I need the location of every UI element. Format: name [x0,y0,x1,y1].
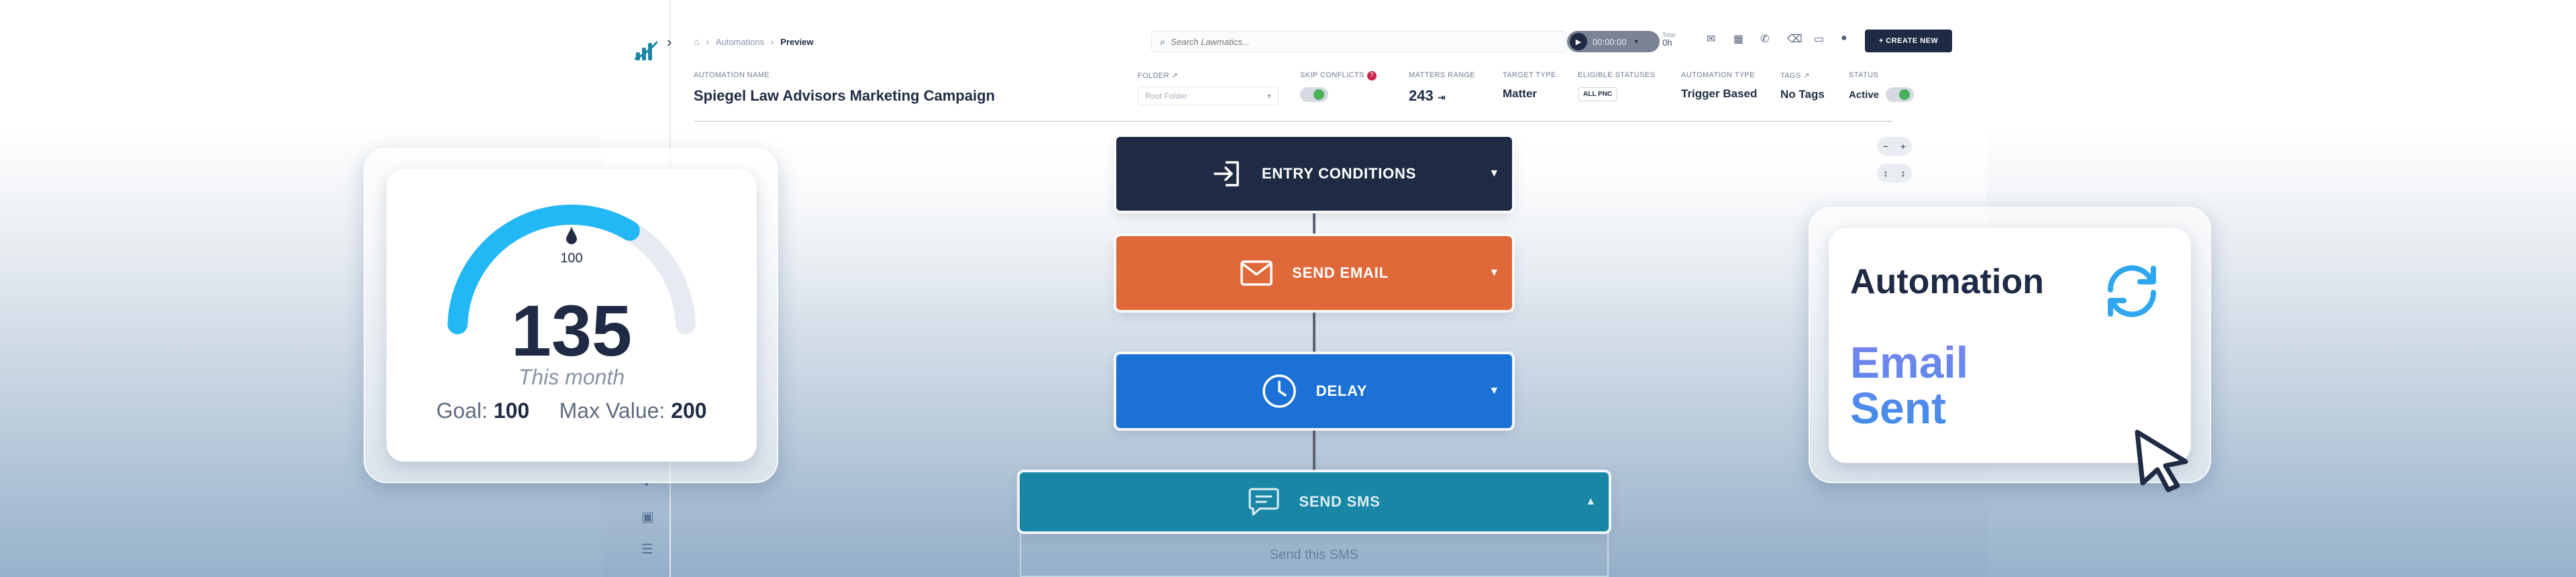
edit-icon[interactable]: ↗ [1803,72,1810,80]
global-search[interactable]: ⌕ [1151,31,1567,52]
sms-body-text: Send this SMS [1269,547,1359,562]
skip-conflicts-toggle[interactable] [1300,87,1328,102]
breadcrumb-preview: Preview [780,36,814,47]
inbox-icon[interactable]: ▭ [1814,32,1824,46]
zoom-buttons[interactable]: − + [1877,137,1912,156]
matters-range-field: MATTERS RANGE 243 ⇥ [1409,71,1476,104]
delay-node[interactable]: DELAY ▼ [1116,354,1512,428]
flow-connector [1313,213,1316,233]
gauge-value: 135 [511,290,633,371]
cursor-arrow-icon [2135,429,2188,492]
refresh-icon [2107,265,2157,317]
nav-list-icon[interactable]: ☰ [641,541,653,558]
folder-field: FOLDER ↗ Root Folder ▾ [1138,71,1279,105]
calendar-icon[interactable]: ▦ [1733,32,1743,46]
gauge-marker-label: 100 [560,251,583,266]
chevron-down-icon: ▾ [1267,91,1271,101]
chevron-up-icon[interactable]: ▲ [1585,496,1597,508]
automation-meta-row: AUTOMATION NAME Spiegel Law Advisors Mar… [694,71,1915,122]
mail-icon[interactable]: ✉ [1707,32,1715,46]
zoom-controls: − + ↕ ↕ [1877,137,1912,187]
lawmatics-logo-icon[interactable] [635,39,657,62]
tags-field: TAGS ↗ No Tags [1780,72,1825,101]
automation-card-title: Automation [1850,262,2044,301]
time-tracker[interactable]: ▶ 00:00:00 ▾ [1567,31,1660,52]
search-input[interactable] [1171,36,1507,47]
gauge-marker-icon [566,227,577,244]
nav-calendar-icon[interactable]: ▣ [641,509,654,525]
flow-connector [1313,311,1316,353]
max-value: 200 [671,399,707,423]
search-icon: ⌕ [1160,36,1166,48]
clock-icon [1262,374,1296,408]
enter-icon[interactable]: ⇥ [1438,92,1446,103]
skip-conflicts-field: SKIP CONFLICTS? [1300,71,1377,105]
send-email-node[interactable]: SEND EMAIL ▼ [1116,236,1512,310]
login-icon [1214,161,1239,187]
automation-name[interactable]: Spiegel Law Advisors Marketing Campaign [694,87,995,105]
phone-icon[interactable]: ✆ [1760,32,1769,46]
expand-icon[interactable]: ↕ [1901,168,1906,178]
create-new-button[interactable]: + CREATE NEW [1865,30,1952,52]
goal-value: 100 [493,399,530,423]
status-badge[interactable]: ALL PNC [1578,87,1618,101]
info-icon[interactable]: ● [1841,32,1847,44]
total-time: Total 0h [1662,32,1676,48]
gauge-subtitle: This month [518,365,625,389]
chevron-down-icon[interactable]: ▼ [1489,168,1500,180]
target-type-field: TARGET TYPE Matter [1503,71,1556,100]
gauge-footer: Goal: 100 Max Value: 200 [436,399,707,423]
chevron-down-icon[interactable]: ▼ [1489,267,1500,279]
help-icon[interactable]: ? [1366,71,1377,81]
status-toggle[interactable] [1886,87,1915,102]
automation-type-field: AUTOMATION TYPE Trigger Based [1681,71,1758,100]
entry-conditions-node[interactable]: ENTRY CONDITIONS ▼ [1116,137,1512,211]
zoom-in-icon[interactable]: + [1900,141,1906,152]
edit-icon[interactable]: ↗ [1172,72,1179,80]
home-icon[interactable]: ⌂ [694,36,699,47]
play-icon[interactable]: ▶ [1570,33,1587,50]
zoom-out-icon[interactable]: − [1883,141,1888,152]
expand-chevron-icon[interactable]: › [667,34,672,51]
fit-buttons[interactable]: ↕ ↕ [1877,164,1912,182]
eligible-statuses-field: ELIGIBLE STATUSES ALL PNC [1578,71,1655,101]
folder-select[interactable]: Root Folder ▾ [1138,87,1279,105]
chevron-down-icon[interactable]: ▼ [1489,385,1500,397]
breadcrumb-automations[interactable]: Automations [716,37,764,47]
send-sms-node[interactable]: SEND SMS ▲ [1020,472,1609,531]
collapse-icon[interactable]: ↕ [1884,168,1888,178]
mail-icon [1240,260,1273,286]
breadcrumb: ⌂ › Automations › Preview [694,36,814,47]
gauge-card: 100 135 This month Goal: 100 Max Value: … [386,169,757,462]
timer-value: 00:00:00 [1593,36,1627,47]
flow-connector [1313,429,1316,471]
chat-icon [1248,488,1279,516]
chevron-down-icon[interactable]: ▾ [1635,38,1638,46]
automation-name-field: AUTOMATION NAME Spiegel Law Advisors Mar… [694,71,996,105]
trash-icon[interactable]: ⌫ [1787,32,1803,46]
automation-status-text: Email Sent [1850,337,1969,433]
sms-node-body: Send this SMS [1020,531,1609,577]
status-field: STATUS Active [1849,71,1915,102]
